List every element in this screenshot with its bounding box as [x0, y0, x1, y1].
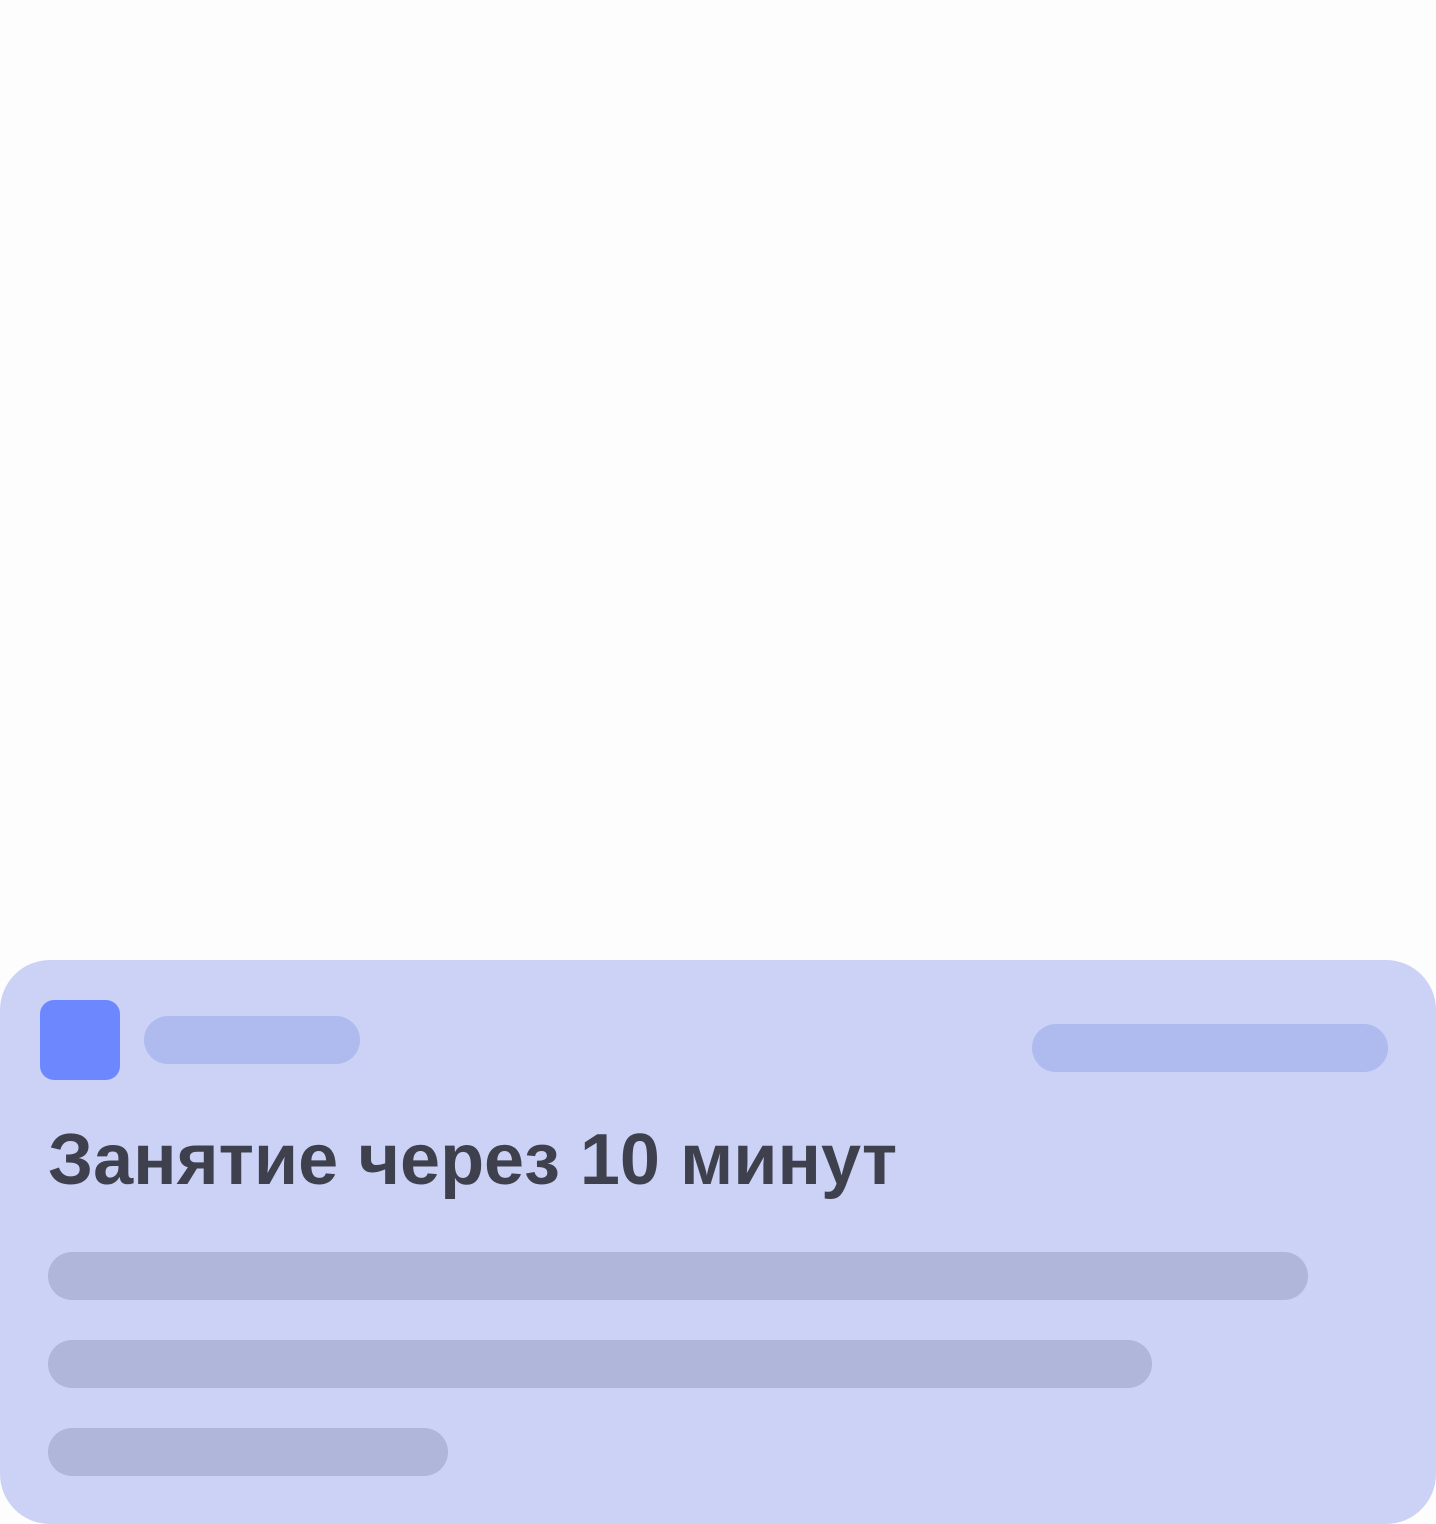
app-name-placeholder	[144, 1016, 360, 1064]
body-line-placeholder	[48, 1428, 448, 1476]
notification-title: Занятие через 10 минут	[48, 1120, 898, 1200]
app-icon	[40, 1000, 120, 1080]
notification-card[interactable]: Занятие через 10 минут	[0, 960, 1436, 1524]
timestamp-placeholder	[1032, 1024, 1388, 1072]
body-line-placeholder	[48, 1252, 1308, 1300]
body-line-placeholder	[48, 1340, 1152, 1388]
